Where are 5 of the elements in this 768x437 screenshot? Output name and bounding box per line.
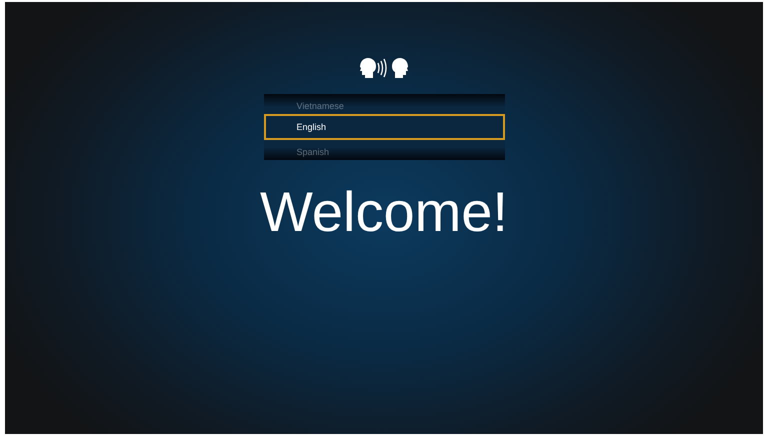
language-option[interactable]: Vietnamese [264, 94, 504, 114]
language-option[interactable]: Spanish [264, 140, 504, 160]
language-option[interactable]: English [264, 114, 504, 140]
speaking-heads-icon [358, 58, 410, 78]
welcome-heading: Welcome! [260, 184, 508, 240]
